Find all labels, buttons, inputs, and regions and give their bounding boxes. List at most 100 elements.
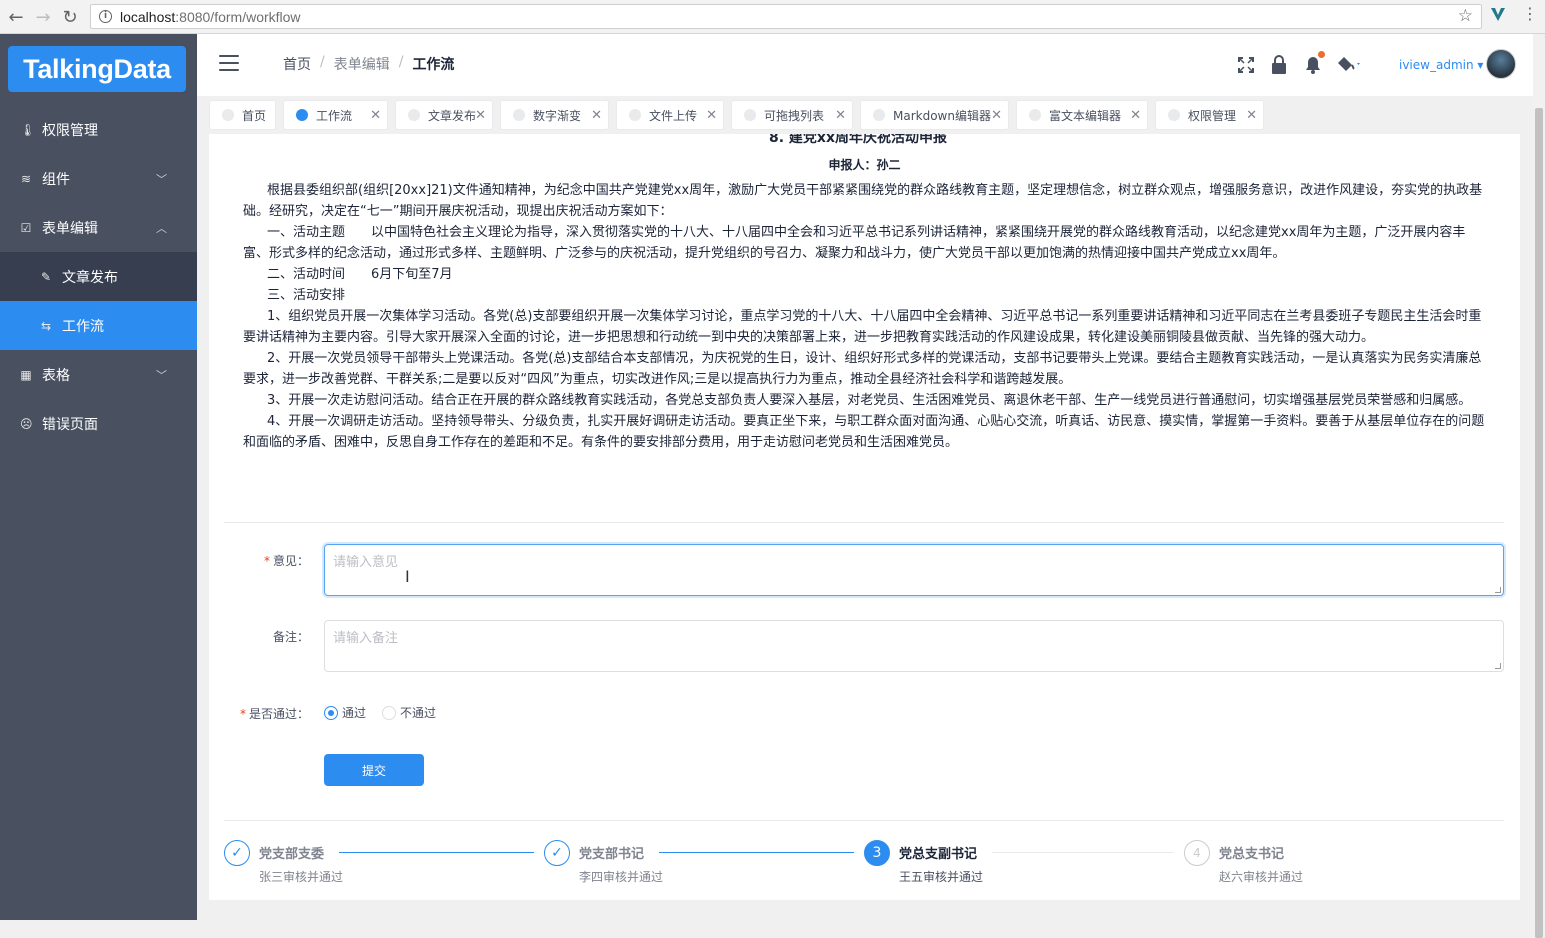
document-paragraph: 2、开展一次党员领导干部带头上党课活动。各党(总)支部结合本支部情况，为庆祝党的… [243, 351, 1482, 387]
tab-number-gradient[interactable]: 数字渐变 ✕ [500, 100, 609, 130]
sidebar-item-permission[interactable]: 🌡︎ 权限管理 [0, 105, 197, 154]
remark-textarea[interactable]: 请输入备注 [324, 620, 1504, 672]
tab-file-upload[interactable]: 文件上传 ✕ [616, 100, 724, 130]
tab-dot-icon [408, 109, 420, 121]
breadcrumb-home[interactable]: 首页 [283, 54, 311, 74]
submit-button[interactable]: 提交 [324, 754, 424, 786]
logo: TalkingData [8, 46, 186, 92]
close-icon[interactable]: ✕ [1246, 108, 1257, 123]
layers-icon: ≋ [20, 171, 32, 186]
check-icon: ✓ [544, 840, 570, 866]
breadcrumb-form-edit[interactable]: 表单编辑 [334, 54, 390, 74]
step-desc: 李四审核并通过 [579, 870, 664, 884]
hamburger-menu-icon[interactable] [219, 55, 239, 71]
user-name: iview_admin [1399, 58, 1474, 72]
sidebar-item-label: 表单编辑 [42, 220, 98, 237]
sidebar-item-workflow[interactable]: ⇆ 工作流 [0, 301, 197, 350]
avatar[interactable] [1486, 49, 1516, 79]
radio-pass-label[interactable]: 通过 [342, 704, 366, 721]
page-scrollbar[interactable] [1533, 34, 1545, 938]
close-icon[interactable]: ✕ [835, 108, 846, 123]
close-icon[interactable]: ✕ [475, 108, 486, 123]
tab-dot-icon [513, 109, 525, 121]
sidebar-item-article-publish[interactable]: ✎ 文章发布 [0, 252, 197, 301]
chevron-down-icon: ﹀ [156, 369, 167, 382]
document-paragraph: 一、活动主题 以中国特色社会主义理论为指导，深入贯彻落实党的十八大、十八届四中全… [243, 225, 1466, 261]
tab-permission[interactable]: 权限管理 ✕ [1155, 100, 1264, 130]
scrollbar-thumb[interactable] [1535, 108, 1543, 938]
tabs-bar: 首页 工作流 ✕ 文章发布 ✕ 数字渐变 ✕ 文件上传 ✕ 可拖拽列表 ✕ Ma… [197, 96, 1533, 134]
sidebar-item-form-edit[interactable]: ☑ 表单编辑 ︿ [0, 203, 197, 252]
tab-label: 文件上传 [649, 108, 698, 123]
remark-placeholder: 请输入备注 [333, 631, 399, 646]
radio-pass[interactable] [324, 705, 338, 720]
extension-v-icon[interactable] [1490, 6, 1506, 22]
opinion-label: * 意见： [263, 554, 309, 568]
swap-icon: ⇆ [40, 318, 52, 333]
step-title: 党支部书记 [579, 847, 645, 862]
close-icon[interactable]: ✕ [991, 108, 1002, 123]
top-header: 首页 / 表单编辑 / 工作流 iview_admin ▾ [197, 34, 1533, 96]
reload-icon[interactable]: ↻ [56, 3, 84, 31]
browser-menu-icon[interactable]: ⋮ [1522, 4, 1538, 23]
error-icon: ☹ [20, 416, 33, 431]
step-connector [659, 852, 854, 853]
tab-markdown-editor[interactable]: Markdown编辑器 ✕ [860, 100, 1009, 130]
close-icon[interactable]: ✕ [370, 108, 381, 123]
pass-label: * 是否通过： [239, 707, 309, 721]
fullscreen-icon[interactable] [1238, 57, 1254, 73]
tab-label: 富文本编辑器 [1049, 108, 1122, 123]
sidebar-item-label: 文章发布 [62, 269, 118, 286]
document-title: 8. 建党xx周年庆祝活动申报 [769, 134, 947, 146]
url-path: :8080/form/workflow [175, 8, 301, 25]
opinion-textarea[interactable]: 请输入意见 [324, 544, 1504, 596]
bookmark-star-icon[interactable]: ☆ [1458, 6, 1473, 26]
tab-label: 可拖拽列表 [764, 108, 825, 123]
sidebar: TalkingData 🌡︎ 权限管理 ≋ 组件 ﹀ ☑ 表单编辑 ︿ ✎ 文章… [0, 34, 197, 920]
tab-dot-icon [744, 109, 756, 121]
workflow-card: 8. 建党xx周年庆祝活动申报 申报人：孙二 根据县委组织部(组织[20xx]2… [209, 134, 1520, 900]
resize-handle-icon[interactable] [1495, 663, 1501, 669]
document-paragraph: 4、开展一次调研走访活动。坚持领导带头、分级负责，扎实开展好调研走访活动。要真正… [243, 414, 1485, 450]
document-paragraph: 1、组织党员开展一次集体学习活动。各党(总)支部要组织开展一次集体学习讨论，重点… [243, 309, 1482, 345]
user-name-dropdown[interactable]: iview_admin ▾ [1399, 58, 1483, 72]
lock-icon[interactable] [1271, 55, 1287, 75]
tab-workflow[interactable]: 工作流 ✕ [283, 100, 388, 130]
sidebar-item-table[interactable]: ▦ 表格 ﹀ [0, 350, 197, 399]
step-desc: 王五审核并通过 [899, 870, 984, 884]
resize-handle-icon[interactable] [1495, 587, 1501, 593]
url-host: localhost [120, 8, 176, 25]
document-paragraph: 根据县委组织部(组织[20xx]21)文件通知精神，为纪念中国共产党建党xx周年… [243, 183, 1483, 219]
close-icon[interactable]: ✕ [591, 108, 602, 123]
tab-label: 工作流 [316, 108, 353, 123]
sidebar-item-error-page[interactable]: ☹ 错误页面 [0, 399, 197, 448]
tab-label: 首页 [242, 108, 267, 123]
tab-rich-text-editor[interactable]: 富文本编辑器 ✕ [1016, 100, 1148, 130]
chevron-up-icon: ︿ [156, 222, 167, 235]
browser-toolbar: ← → ↻ i localhost:8080/form/workflow ☆ ⋮ [0, 0, 1545, 34]
notification-badge [1318, 51, 1325, 58]
sidebar-item-label: 表格 [42, 367, 70, 384]
sidebar-item-label: 组件 [42, 171, 70, 188]
sidebar-item-label: 错误页面 [42, 416, 98, 433]
close-icon[interactable]: ✕ [706, 108, 717, 123]
step-desc: 赵六审核并通过 [1219, 870, 1304, 884]
tab-home[interactable]: 首页 [209, 100, 276, 130]
close-icon[interactable]: ✕ [1130, 108, 1141, 123]
info-icon[interactable]: i [99, 10, 112, 23]
radio-fail[interactable] [382, 705, 397, 720]
bell-icon[interactable] [1304, 55, 1322, 75]
forward-arrow-icon[interactable]: → [29, 3, 57, 31]
address-bar[interactable]: i localhost:8080/form/workflow ☆ [90, 4, 1482, 29]
sidebar-menu: 🌡︎ 权限管理 ≋ 组件 ﹀ ☑ 表单编辑 ︿ ✎ 文章发布 ⇆ 工作流 ▦ 表… [0, 105, 197, 448]
chevron-down-icon: ﹀ [156, 173, 167, 186]
sidebar-item-components[interactable]: ≋ 组件 ﹀ [0, 154, 197, 203]
grid-icon: ▦ [20, 367, 32, 382]
tab-article-publish[interactable]: 文章发布 ✕ [395, 100, 493, 130]
tab-dot-icon [222, 109, 234, 121]
tab-draggable-list[interactable]: 可拖拽列表 ✕ [731, 100, 853, 130]
divider [224, 820, 1504, 821]
back-arrow-icon[interactable]: ← [2, 3, 30, 31]
theme-paint-icon[interactable] [1337, 56, 1363, 74]
radio-fail-label[interactable]: 不通过 [400, 704, 436, 721]
